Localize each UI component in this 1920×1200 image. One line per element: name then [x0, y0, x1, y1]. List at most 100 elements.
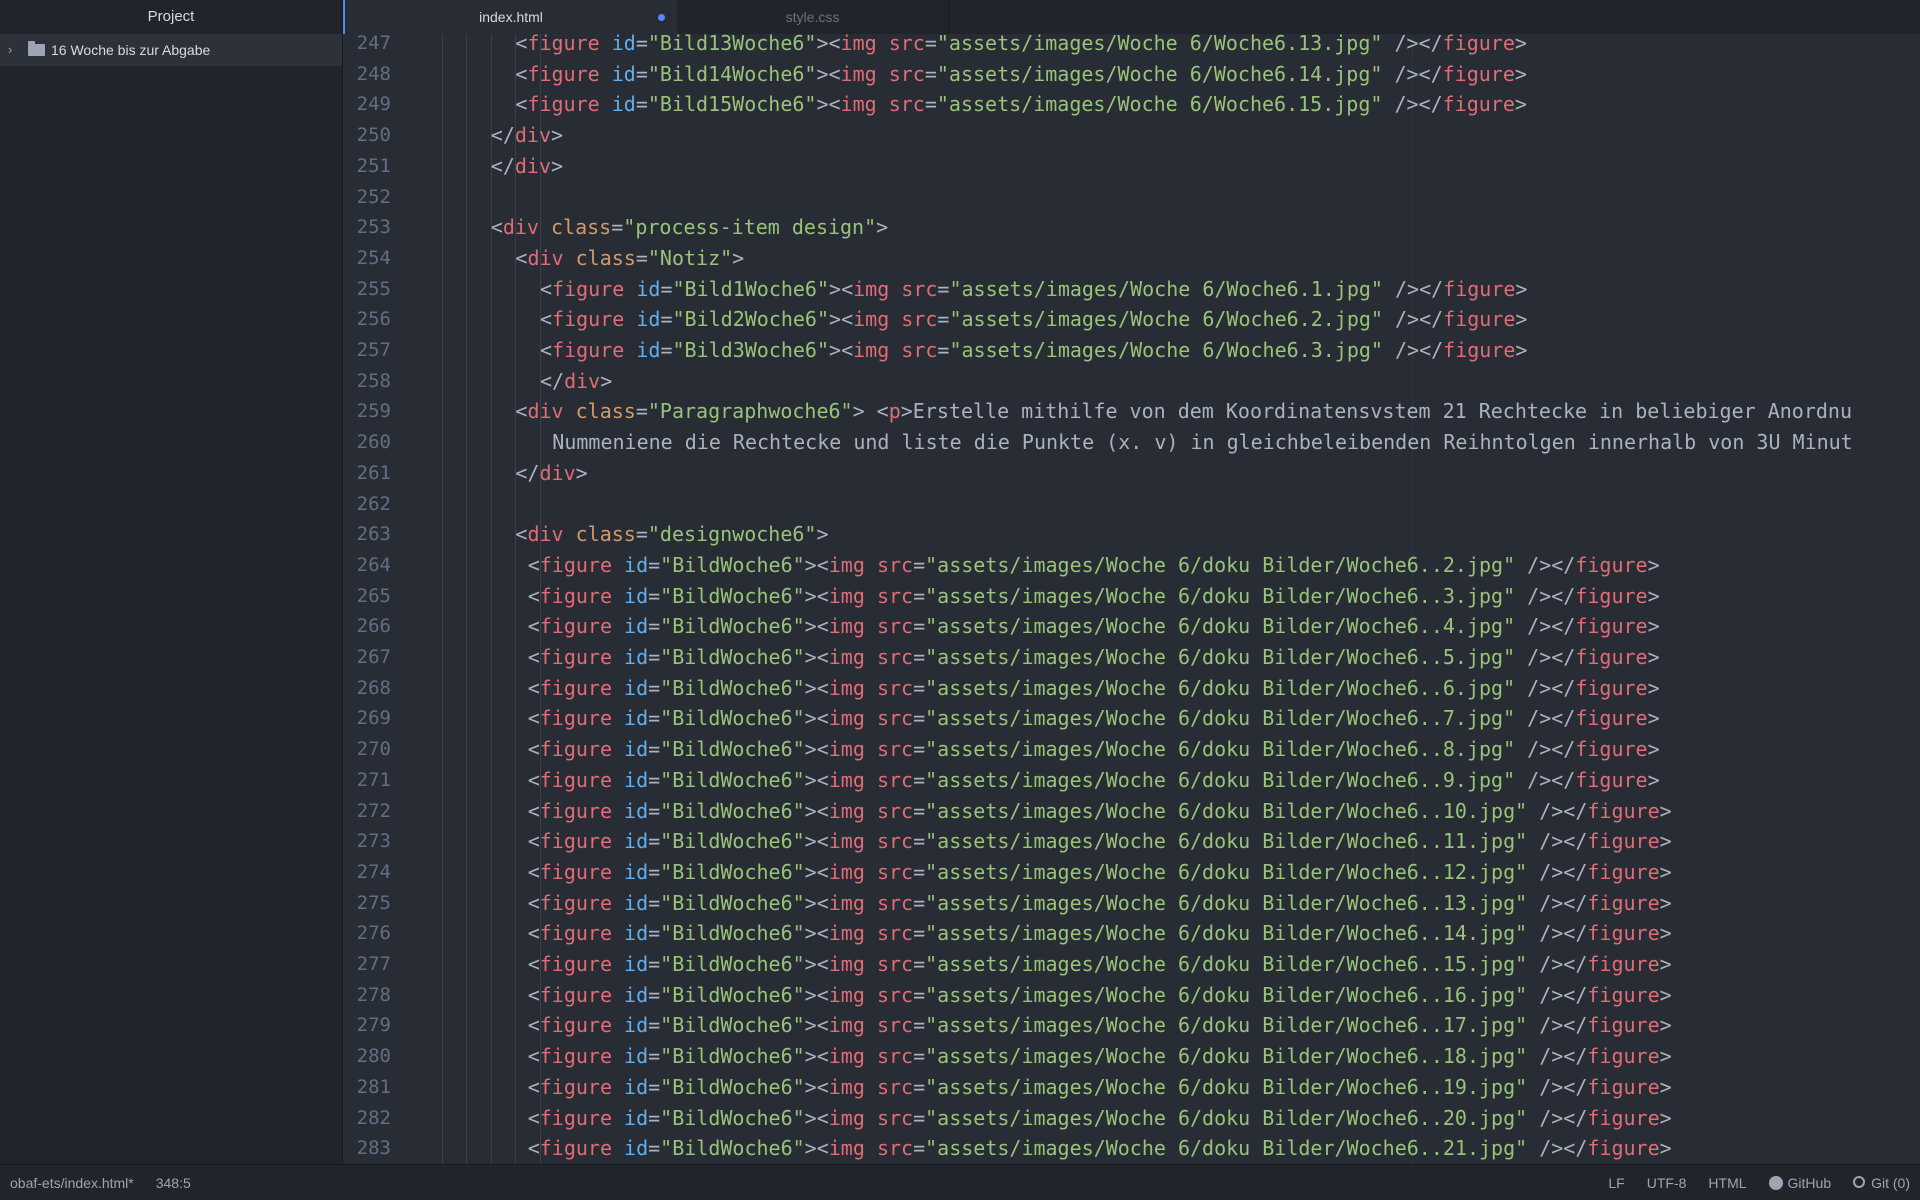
code-line[interactable]: 250 </div>: [343, 120, 1920, 151]
code-token: <: [515, 245, 528, 270]
status-encoding[interactable]: UTF-8: [1647, 1165, 1687, 1200]
code-line[interactable]: 260 Nummeniene die Rechtecke und liste di…: [343, 427, 1920, 458]
code-token: src: [876, 645, 914, 669]
code-editor[interactable]: 247 <figure id="Bild13Woche6"><img src="a…: [343, 34, 1920, 1164]
code-line[interactable]: 262: [343, 489, 1920, 520]
code-token: >: [1647, 614, 1660, 639]
code-line[interactable]: 268 <figure id="BildWoche6"><img src="ass…: [343, 673, 1920, 704]
code-token: id: [624, 859, 649, 884]
code-line[interactable]: 248 <figure id="Bild14Woche6"><img src="a…: [343, 59, 1920, 90]
code-line[interactable]: 276 <figure id="BildWoche6"><img src="ass…: [343, 918, 1920, 949]
code-line[interactable]: 258 </div>: [343, 366, 1920, 397]
code-line[interactable]: 257 <figure id="Bild3Woche6"><img src="as…: [343, 335, 1920, 366]
status-file-path[interactable]: obaf-ets/index.html*: [10, 1165, 134, 1200]
code-token: ><: [829, 338, 854, 362]
line-number: 248: [356, 62, 391, 85]
code-token: img: [828, 1074, 865, 1099]
code-line[interactable]: 253 <div class="process-item design">: [343, 212, 1920, 243]
code-line[interactable]: 264 <figure id="BildWoche6"><img src="ass…: [343, 550, 1920, 581]
code-token: "assets/images/Woche 6/doku Bilder/Woche…: [925, 1044, 1528, 1069]
code-token: img: [840, 34, 877, 55]
code-token: figure: [1587, 1136, 1660, 1161]
code-token: figure: [1587, 798, 1660, 823]
code-token: > <: [852, 399, 889, 424]
code-token: figure: [539, 737, 612, 762]
code-token: <: [527, 737, 540, 762]
status-github[interactable]: GitHub: [1768, 1165, 1831, 1200]
code-line[interactable]: 261 </div>: [343, 458, 1920, 489]
code-token: /></: [1515, 552, 1576, 577]
code-token: "assets/images/Woche 6/Woche6.15.jpg": [936, 92, 1383, 117]
code-token: img: [828, 890, 865, 915]
code-line[interactable]: 271 <figure id="BildWoche6"><img src="ass…: [343, 765, 1920, 796]
code-line[interactable]: 277 <figure id="BildWoche6"><img src="ass…: [343, 949, 1920, 980]
code-token: </: [490, 123, 515, 148]
code-line[interactable]: 272 <figure id="BildWoche6"><img src="ass…: [343, 796, 1920, 827]
code-token: "process-item design": [623, 215, 877, 240]
tree-item-folder[interactable]: › 16 Woche bis zur Abgabe: [0, 34, 342, 66]
code-line[interactable]: 259 <div class="Paragraphwoche6"> <p>Erst…: [343, 396, 1920, 427]
status-cursor-position[interactable]: 348:5: [156, 1165, 191, 1200]
code-token: figure: [539, 1013, 612, 1038]
code-line[interactable]: 254 <div class="Notiz">: [343, 243, 1920, 274]
code-token: =: [635, 245, 648, 270]
code-token: img: [853, 276, 890, 301]
code-line[interactable]: 269 <figure id="BildWoche6"><img src="ass…: [343, 703, 1920, 734]
tab-index-html[interactable]: index.html: [343, 0, 677, 34]
code-token: =: [937, 338, 950, 362]
code-token: id: [624, 952, 649, 976]
code-line[interactable]: 274 <figure id="BildWoche6"><img src="ass…: [343, 857, 1920, 888]
line-number: 269: [356, 707, 391, 730]
code-line[interactable]: 275 <figure id="BildWoche6"><img src="ass…: [343, 888, 1920, 919]
line-code: <figure id="Bild14Woche6"><img src="asse…: [515, 59, 1527, 90]
code-line[interactable]: 249 <figure id="Bild15Woche6"><img src="a…: [343, 89, 1920, 120]
code-line[interactable]: 282 <figure id="BildWoche6"><img src="ass…: [343, 1103, 1920, 1134]
code-line[interactable]: 278 <figure id="BildWoche6"><img src="ass…: [343, 980, 1920, 1011]
code-token: =: [913, 890, 926, 915]
code-token: img: [828, 1013, 865, 1038]
code-token: >: [1659, 829, 1672, 854]
code-token: src: [876, 1044, 914, 1069]
status-grammar[interactable]: HTML: [1708, 1165, 1746, 1200]
code-token: =: [635, 92, 648, 117]
modified-indicator-icon[interactable]: [658, 14, 665, 21]
tab-style-css[interactable]: style.css: [677, 0, 949, 34]
code-token: "assets/images/Woche 6/doku Bilder/Woche…: [925, 859, 1528, 884]
status-line-ending[interactable]: LF: [1608, 1165, 1624, 1200]
code-line[interactable]: 267 <figure id="BildWoche6"><img src="ass…: [343, 642, 1920, 673]
code-line[interactable]: 283 <figure id="BildWoche6"><img src="ass…: [343, 1133, 1920, 1164]
code-token: "assets/images/Woche 6/Woche6.1.jpg": [949, 276, 1383, 301]
code-line[interactable]: 251 </div>: [343, 151, 1920, 182]
code-line[interactable]: 265 <figure id="BildWoche6"><img src="ass…: [343, 581, 1920, 612]
status-git[interactable]: Git (0): [1853, 1165, 1910, 1200]
code-token: img: [828, 767, 865, 792]
code-line[interactable]: 252: [343, 182, 1920, 213]
code-token: ><: [829, 276, 854, 301]
code-token: >: [575, 460, 588, 485]
code-token: <: [515, 34, 528, 55]
code-line[interactable]: 247 <figure id="Bild13Woche6"><img src="a…: [343, 34, 1920, 59]
code-token: figure: [1443, 276, 1516, 301]
code-line[interactable]: 273 <figure id="BildWoche6"><img src="ass…: [343, 826, 1920, 857]
code-token: /></: [1382, 92, 1443, 117]
code-token: "BildWoche6": [660, 921, 805, 946]
code-line[interactable]: 263 <div class="designwoche6">: [343, 519, 1920, 550]
code-line[interactable]: 256 <figure id="Bild2Woche6"><img src="as…: [343, 304, 1920, 335]
code-line[interactable]: 270 <figure id="BildWoche6"><img src="ass…: [343, 734, 1920, 765]
code-token: /></: [1515, 767, 1576, 792]
code-line[interactable]: 266 <figure id="BildWoche6"><img src="ass…: [343, 611, 1920, 642]
code-token: src: [876, 1013, 914, 1038]
chevron-right-icon[interactable]: ›: [8, 34, 22, 66]
code-line[interactable]: 281 <figure id="BildWoche6"><img src="ass…: [343, 1072, 1920, 1103]
code-line[interactable]: 255 <figure id="Bild1Woche6"><img src="as…: [343, 274, 1920, 305]
code-line[interactable]: 279 <figure id="BildWoche6"><img src="ass…: [343, 1010, 1920, 1041]
line-number: 273: [356, 830, 391, 853]
code-line[interactable]: 280 <figure id="BildWoche6"><img src="ass…: [343, 1041, 1920, 1072]
